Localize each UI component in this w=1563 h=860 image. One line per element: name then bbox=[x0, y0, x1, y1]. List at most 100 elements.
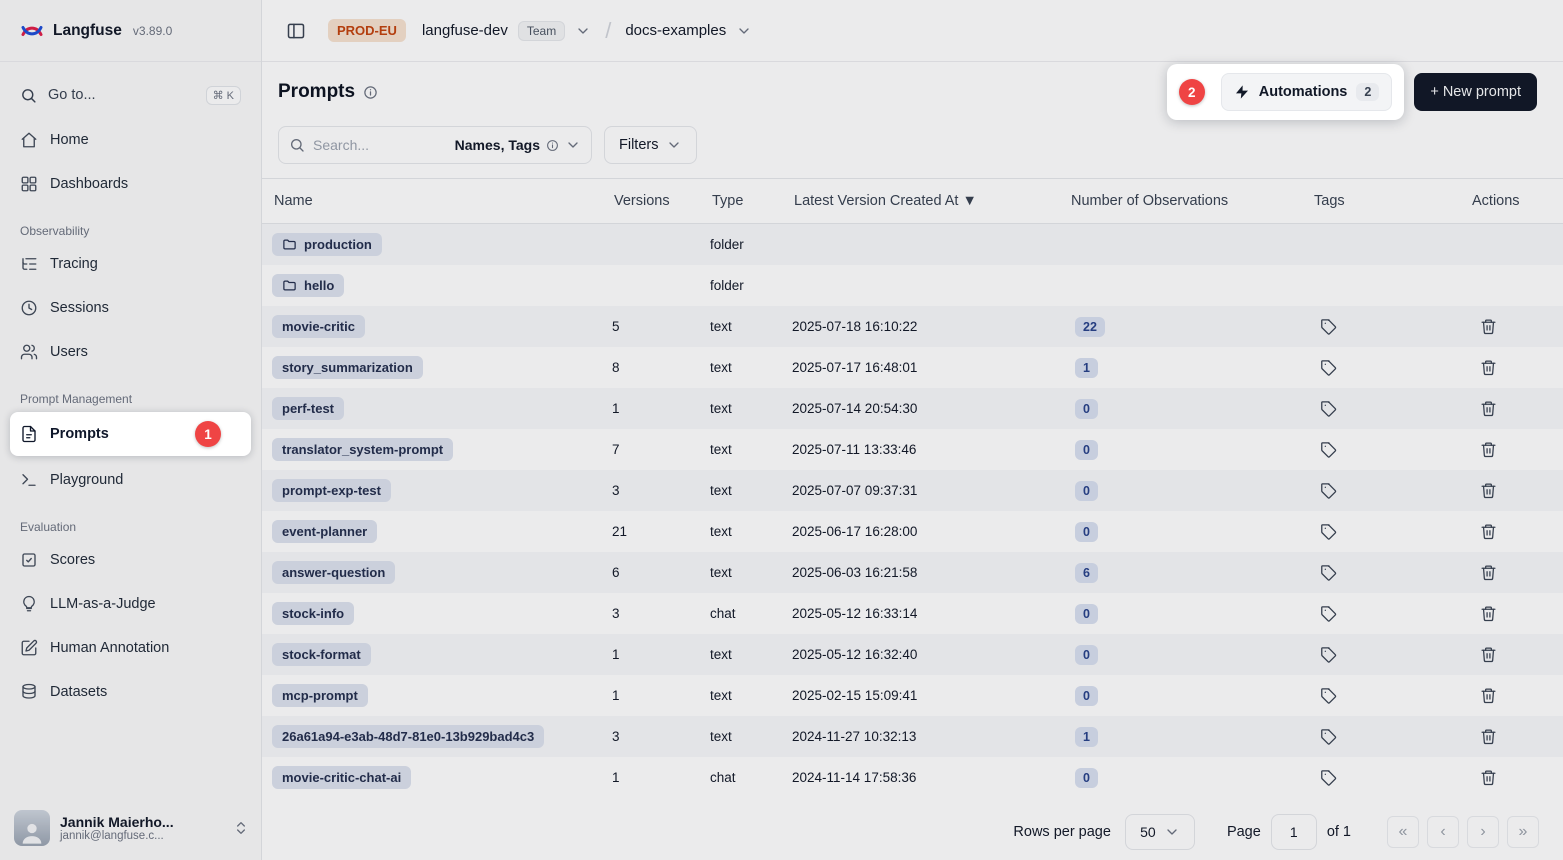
rows-per-page-select[interactable]: 50 bbox=[1125, 814, 1195, 850]
delete-prompt-button[interactable] bbox=[1476, 355, 1501, 380]
new-prompt-button[interactable]: + New prompt bbox=[1414, 73, 1537, 111]
delete-prompt-button[interactable] bbox=[1476, 724, 1501, 749]
table-row[interactable]: event-planner 21 text 2025-06-17 16:28:0… bbox=[262, 511, 1563, 552]
user-account-menu[interactable]: Jannik Maierho... jannik@langfuse.c... bbox=[0, 798, 261, 860]
tag-button[interactable] bbox=[1316, 437, 1341, 462]
prompt-name: stock-info bbox=[282, 606, 344, 621]
tag-button[interactable] bbox=[1316, 642, 1341, 667]
column-header-versions[interactable]: Versions bbox=[612, 193, 710, 209]
tag-button[interactable] bbox=[1316, 478, 1341, 503]
table-row[interactable]: production folder bbox=[262, 224, 1563, 265]
page-number-input[interactable] bbox=[1271, 814, 1317, 850]
filters-button[interactable]: Filters bbox=[604, 126, 697, 164]
column-header-type[interactable]: Type bbox=[710, 193, 792, 209]
tag-button[interactable] bbox=[1316, 683, 1341, 708]
delete-prompt-button[interactable] bbox=[1476, 437, 1501, 462]
delete-prompt-button[interactable] bbox=[1476, 683, 1501, 708]
table-row[interactable]: prompt-exp-test 3 text 2025-07-07 09:37:… bbox=[262, 470, 1563, 511]
trash-icon bbox=[1480, 646, 1497, 663]
environment-badge: PROD-EU bbox=[328, 19, 406, 42]
automations-button[interactable]: Automations 2 bbox=[1221, 73, 1393, 111]
sidebar-toggle-icon[interactable] bbox=[286, 21, 306, 41]
delete-prompt-button[interactable] bbox=[1476, 601, 1501, 626]
sidebar-item-scores[interactable]: Scores bbox=[10, 540, 251, 580]
prompt-name-badge[interactable]: perf-test bbox=[272, 397, 344, 420]
delete-prompt-button[interactable] bbox=[1476, 642, 1501, 667]
prompt-name: 26a61a94-e3ab-48d7-81e0-13b929bad4c3 bbox=[282, 729, 534, 744]
tag-button[interactable] bbox=[1316, 560, 1341, 585]
tag-icon bbox=[1320, 646, 1337, 663]
tag-button[interactable] bbox=[1316, 724, 1341, 749]
organization-name[interactable]: langfuse-dev bbox=[422, 22, 508, 39]
table-row[interactable]: story_summarization 8 text 2025-07-17 16… bbox=[262, 347, 1563, 388]
prompt-name-badge[interactable]: event-planner bbox=[272, 520, 377, 543]
table-row[interactable]: movie-critic-chat-ai 1 chat 2024-11-14 1… bbox=[262, 757, 1563, 798]
prompt-name-badge[interactable]: prompt-exp-test bbox=[272, 479, 391, 502]
column-header-created-at[interactable]: Latest Version Created At ▼ bbox=[792, 193, 1069, 209]
chevron-down-icon[interactable] bbox=[736, 23, 752, 39]
tag-button[interactable] bbox=[1316, 396, 1341, 421]
column-header-observations[interactable]: Number of Observations bbox=[1069, 193, 1312, 209]
delete-prompt-button[interactable] bbox=[1476, 765, 1501, 790]
search-scope-select[interactable]: Names, Tags bbox=[455, 137, 581, 153]
tag-button[interactable] bbox=[1316, 355, 1341, 380]
first-page-button[interactable]: « bbox=[1387, 816, 1419, 848]
sidebar-item-prompts[interactable]: Prompts 1 bbox=[10, 412, 251, 456]
next-page-button[interactable]: › bbox=[1467, 816, 1499, 848]
observations-count-badge: 22 bbox=[1075, 317, 1105, 337]
project-name[interactable]: docs-examples bbox=[625, 22, 726, 39]
table-row[interactable]: perf-test 1 text 2025-07-14 20:54:30 0 bbox=[262, 388, 1563, 429]
prompt-name-badge[interactable]: answer-question bbox=[272, 561, 395, 584]
prompt-name-badge[interactable]: mcp-prompt bbox=[272, 684, 368, 707]
chevron-down-icon[interactable] bbox=[575, 23, 591, 39]
tag-button[interactable] bbox=[1316, 765, 1341, 790]
prompt-name-badge[interactable]: movie-critic bbox=[272, 315, 365, 338]
tag-button[interactable] bbox=[1316, 601, 1341, 626]
versions-cell: 3 bbox=[612, 729, 710, 744]
sidebar-item-users[interactable]: Users bbox=[10, 332, 251, 372]
info-icon[interactable] bbox=[363, 85, 378, 100]
sidebar-item-sessions[interactable]: Sessions bbox=[10, 288, 251, 328]
search-input[interactable] bbox=[313, 137, 447, 153]
delete-prompt-button[interactable] bbox=[1476, 519, 1501, 544]
delete-prompt-button[interactable] bbox=[1476, 478, 1501, 503]
table-row[interactable]: answer-question 6 text 2025-06-03 16:21:… bbox=[262, 552, 1563, 593]
table-row[interactable]: stock-format 1 text 2025-05-12 16:32:40 … bbox=[262, 634, 1563, 675]
prompt-name-badge[interactable]: hello bbox=[272, 274, 344, 297]
created-at-cell: 2025-02-15 15:09:41 bbox=[792, 688, 1069, 703]
delete-prompt-button[interactable] bbox=[1476, 560, 1501, 585]
last-page-button[interactable]: » bbox=[1507, 816, 1539, 848]
column-header-tags[interactable]: Tags bbox=[1312, 193, 1470, 209]
prompt-name-badge[interactable]: translator_system-prompt bbox=[272, 438, 453, 461]
table-row[interactable]: hello folder bbox=[262, 265, 1563, 306]
prompt-name-badge[interactable]: story_summarization bbox=[272, 356, 423, 379]
delete-prompt-button[interactable] bbox=[1476, 396, 1501, 421]
breadcrumb-separator: / bbox=[605, 18, 611, 44]
prompt-name-badge[interactable]: movie-critic-chat-ai bbox=[272, 766, 411, 789]
sidebar-item-datasets[interactable]: Datasets bbox=[10, 672, 251, 712]
sidebar-item-tracing[interactable]: Tracing bbox=[10, 244, 251, 284]
table-row[interactable]: 26a61a94-e3ab-48d7-81e0-13b929bad4c3 3 t… bbox=[262, 716, 1563, 757]
judge-icon bbox=[20, 595, 38, 613]
go-to-search-button[interactable]: Go to... ⌘ K bbox=[10, 76, 251, 114]
sidebar-item-playground[interactable]: Playground bbox=[10, 460, 251, 500]
column-header-name[interactable]: Name bbox=[272, 193, 612, 209]
type-cell: chat bbox=[710, 770, 792, 785]
tag-button[interactable] bbox=[1316, 519, 1341, 544]
prompt-name-badge[interactable]: stock-info bbox=[272, 602, 354, 625]
previous-page-button[interactable]: ‹ bbox=[1427, 816, 1459, 848]
delete-prompt-button[interactable] bbox=[1476, 314, 1501, 339]
prompt-name-badge[interactable]: 26a61a94-e3ab-48d7-81e0-13b929bad4c3 bbox=[272, 725, 544, 748]
tag-button[interactable] bbox=[1316, 314, 1341, 339]
table-row[interactable]: stock-info 3 chat 2025-05-12 16:33:14 0 bbox=[262, 593, 1563, 634]
table-row[interactable]: translator_system-prompt 7 text 2025-07-… bbox=[262, 429, 1563, 470]
sidebar-item-dashboards[interactable]: Dashboards bbox=[10, 164, 251, 204]
sidebar-item-human-annotation[interactable]: Human Annotation bbox=[10, 628, 251, 668]
prompt-name-badge[interactable]: stock-format bbox=[272, 643, 371, 666]
sidebar-item-home[interactable]: Home bbox=[10, 120, 251, 160]
sidebar-item-llm-as-a-judge[interactable]: LLM-as-a-Judge bbox=[10, 584, 251, 624]
prompt-name-badge[interactable]: production bbox=[272, 233, 382, 256]
table-row[interactable]: movie-critic 5 text 2025-07-18 16:10:22 … bbox=[262, 306, 1563, 347]
app-title: Langfuse bbox=[53, 22, 122, 40]
table-row[interactable]: mcp-prompt 1 text 2025-02-15 15:09:41 0 bbox=[262, 675, 1563, 716]
